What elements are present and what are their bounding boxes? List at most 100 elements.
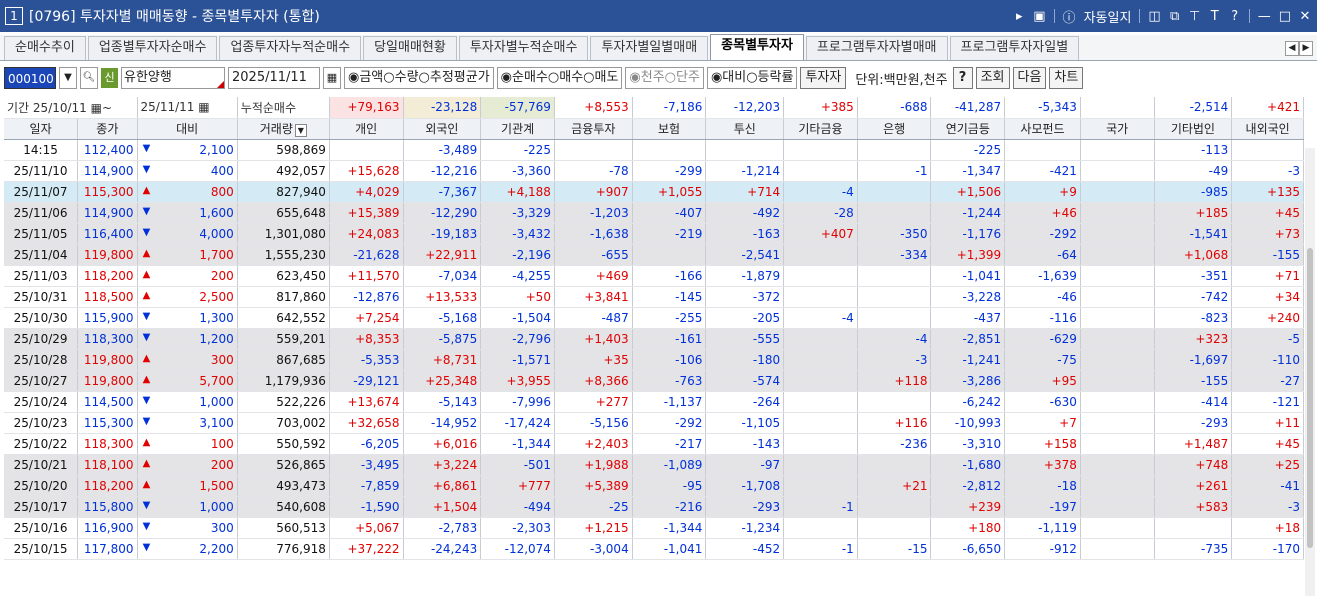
maximize-icon[interactable]: □ [1279,9,1291,24]
tab-scroll-left-icon[interactable]: ◀ [1285,41,1299,56]
help-button[interactable]: ? [952,67,973,89]
copy-icon[interactable]: ⧉ [1169,9,1181,24]
period-to-input[interactable]: 25/11/11 [141,100,195,114]
investor-value-cell: -24,243 [403,538,482,560]
tab-program-investor-daily[interactable]: 프로그램투자자일별 [949,36,1080,60]
investor-button[interactable]: 투자자 [800,67,847,89]
investor-value-cell: -6,650 [930,538,1006,560]
column-header[interactable]: 기타법인 [1154,118,1233,140]
change-value: 2,500 [199,289,234,304]
table-row[interactable]: 25/11/06 114,900 ▼ 1,600 655,648 +15,389 -12,2… [4,202,1304,224]
value-type-radio[interactable]: ◉금액○수량○추정평균가 [344,67,494,89]
volume-cell: 867,685 [237,349,330,371]
scrollbar-thumb[interactable] [1307,248,1313,548]
chevron-down-icon[interactable]: ▼ [59,67,77,89]
stock-code-input[interactable]: 000100 [4,67,56,89]
table-row[interactable]: 25/11/10 114,900 ▼ 400 492,057 +15,628 -12,216… [4,160,1304,182]
investor-value-cell: +24,083 [329,223,404,245]
column-header-label: 일자 [29,122,52,136]
table-row[interactable]: 25/10/24 114,500 ▼ 1,000 522,226 +13,674 -5,14… [4,391,1304,413]
change-cell: ▲ 100 [137,433,238,455]
column-header[interactable]: 기타금융 [783,118,858,140]
investor-value-cell: -145 [632,286,707,308]
tab-industry-investor-cumulative[interactable]: 업종투자자누적순매수 [219,36,362,60]
table-row[interactable]: 14:15 112,400 ▼ 2,100 598,869 -3,489 -225 -225-… [4,139,1304,161]
table-row[interactable]: 25/10/20 118,200 ▲ 1,500 493,473 -7,859 +6,861… [4,475,1304,497]
column-header[interactable]: 금융투자 [554,118,633,140]
column-header[interactable]: 기관계 [480,118,555,140]
table-row[interactable]: 25/10/27 119,800 ▲ 5,700 1,179,936 -29,121 +25… [4,370,1304,392]
table-row[interactable]: 25/10/23 115,300 ▼ 3,100 703,002 +32,658 -14,9… [4,412,1304,434]
table-row[interactable]: 25/10/22 118,300 ▲ 100 550,592 -6,205 +6,016 -1… [4,433,1304,455]
info-icon[interactable]: ⓘ [1063,7,1076,26]
table-row[interactable]: 25/10/31 118,500 ▲ 2,500 817,860 -12,876 +13,5… [4,286,1304,308]
table-row[interactable]: 25/10/29 118,300 ▼ 1,200 559,201 +8,353 -5,875… [4,328,1304,350]
table-row[interactable]: 25/10/17 115,800 ▼ 1,000 540,608 -1,590 +1,504… [4,496,1304,518]
minimize-icon[interactable]: — [1258,9,1271,24]
investor-table: 기간 25/10/11 ▦~ 25/11/11 ▦ 누적순매수 +79,163-… [4,97,1304,560]
tab-program-investor-trading[interactable]: 프로그램투자자별매매 [805,36,948,60]
table-row[interactable]: 25/11/05 116,400 ▼ 4,000 1,301,080 +24,083 -19… [4,223,1304,245]
column-header[interactable]: 대비 [137,118,238,140]
font-icon[interactable]: T [1209,9,1221,24]
close-icon[interactable]: ✕ [1299,9,1311,24]
column-header[interactable]: 사모펀드 [1004,118,1081,140]
table-row[interactable]: 25/10/16 116,900 ▼ 300 560,513 +5,067 -2,783 -2… [4,517,1304,539]
screen-icon[interactable]: ▣ [1033,9,1045,24]
tab-daily-trading-status[interactable]: 당일매매현황 [363,36,457,60]
tab-scroll-right-icon[interactable]: ▶ [1299,41,1313,56]
table-row[interactable]: 25/11/04 119,800 ▲ 1,700 1,555,230 -21,628 +22… [4,244,1304,266]
column-header[interactable]: 투신 [705,118,785,140]
column-header[interactable]: 거래량 ▼ [237,118,330,140]
calendar-icon[interactable]: ▦ [198,100,209,114]
unit-type-radio[interactable]: ◉천주○단주 [625,67,704,89]
investor-value-cell [1080,349,1155,371]
tab-investor-cumulative-net-buy[interactable]: 투자자별누적순매수 [458,36,589,60]
table-row[interactable]: 25/10/15 117,800 ▼ 2,200 776,918 +37,222 -24,2… [4,538,1304,560]
query-button[interactable]: 조회 [975,67,1010,89]
investor-value-cell: -1,504 [480,307,555,329]
date-input[interactable]: 2025/11/11 [228,67,320,89]
trade-type-radio[interactable]: ◉순매수○매수○매도 [496,67,623,89]
column-header[interactable]: 내외국인 [1231,118,1304,140]
tab-investor-daily-trading[interactable]: 투자자별일별매매 [590,36,709,60]
search-icon[interactable]: 🔍︎ [80,67,98,89]
arrow-right-icon[interactable]: ▸ [1013,9,1025,24]
period-from-input[interactable]: 25/10/11 [33,101,87,115]
table-row[interactable]: 25/10/30 115,900 ▼ 1,300 642,552 +7,254 -5,168… [4,307,1304,329]
help-icon[interactable]: ? [1229,9,1241,24]
investor-value-cell: -1,344 [480,433,555,455]
stock-name-field[interactable]: 유한양행 [121,67,225,89]
layout-icon[interactable]: ◫ [1148,9,1160,24]
column-header[interactable]: 외국인 [403,118,482,140]
table-row[interactable]: 25/11/07 115,300 ▲ 800 827,940 +4,029 -7,367 +4… [4,181,1304,203]
next-button[interactable]: 다음 [1012,67,1047,89]
investor-value-cell [783,244,858,266]
table-row[interactable]: 25/10/21 118,100 ▲ 200 526,865 -3,495 +3,224 -5… [4,454,1304,476]
investor-value-cell: -1,105 [705,412,785,434]
tab-stock-investor[interactable]: 종목별투자자 [710,34,804,60]
column-header[interactable]: 국가 [1080,118,1155,140]
chart-button[interactable]: 차트 [1049,67,1084,89]
change-value: 5,700 [199,373,234,388]
column-header[interactable]: 보험 [632,118,707,140]
change-value: 1,300 [199,310,234,325]
calendar-icon[interactable]: ▦ [323,67,341,89]
chevron-down-icon[interactable]: ▼ [294,124,307,137]
autolog-label[interactable]: 자동일지 [1084,7,1132,26]
column-header[interactable]: 개인 [329,118,404,140]
column-header[interactable]: 연기금등 [930,118,1006,140]
investor-value-cell [1080,202,1155,224]
table-row[interactable]: 25/10/28 119,800 ▲ 300 867,685 -5,353 +8,731 -1… [4,349,1304,371]
table-row[interactable]: 25/11/03 118,200 ▲ 200 623,450 +11,570 -7,034-… [4,265,1304,287]
volume-cell: 550,592 [237,433,330,455]
calendar-icon[interactable]: ▦ [91,101,102,115]
column-header[interactable]: 일자 [4,118,79,140]
tab-industry-investor-net-buy[interactable]: 업종별투자자순매수 [87,36,218,60]
tab-net-buy-trend[interactable]: 순매수추이 [4,36,86,60]
pin-icon[interactable]: ⊤ [1189,9,1201,24]
vertical-scrollbar[interactable] [1305,148,1315,596]
column-header[interactable]: 종가 [77,118,138,140]
column-header[interactable]: 은행 [857,118,932,140]
compare-type-radio[interactable]: ◉대비○등락률 [706,67,798,89]
